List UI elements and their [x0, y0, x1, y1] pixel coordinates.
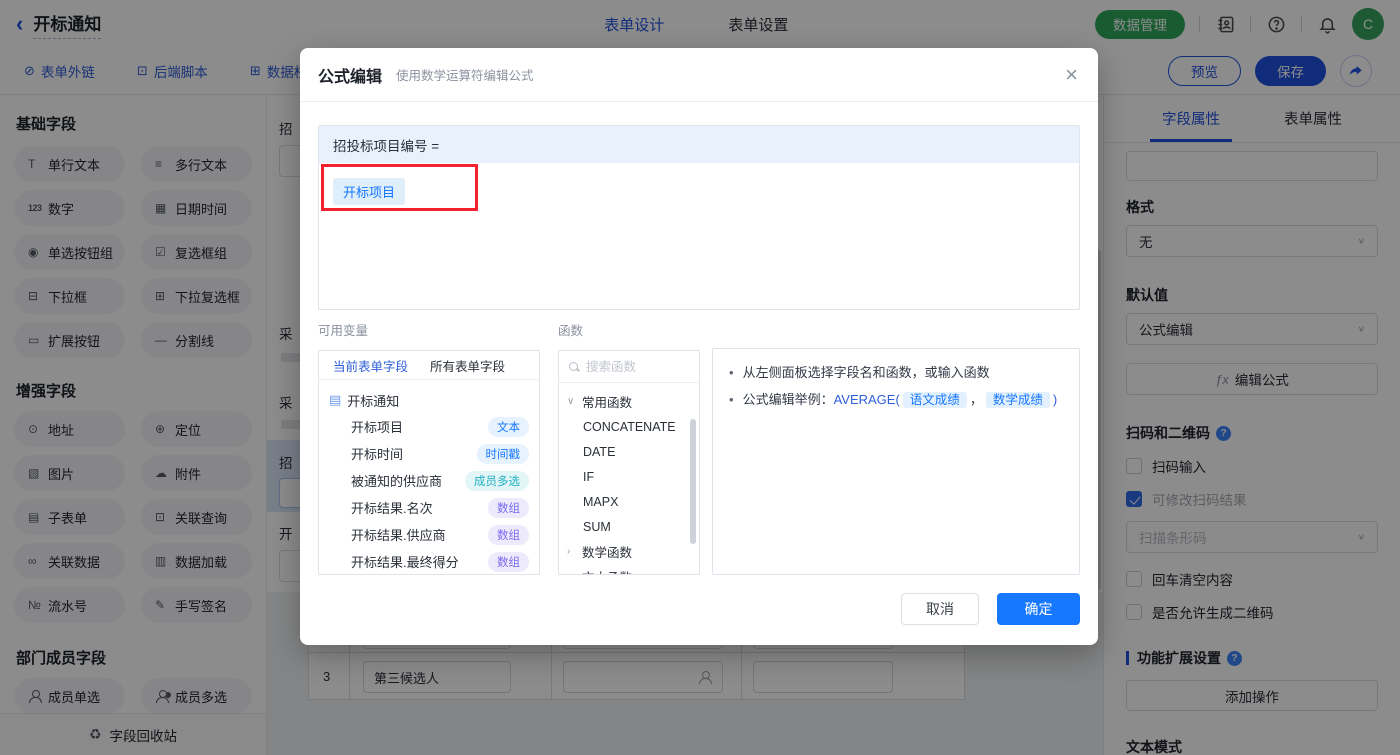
bullet-icon: • [729, 392, 734, 408]
example-comma: ， [969, 392, 983, 408]
variable-type-badge: 数组 [488, 497, 529, 518]
formula-field-token[interactable]: 开标项目 [333, 178, 406, 205]
formula-tips-panel: • 从左侧面板选择字段名和函数，或输入函数 • 公式编辑举例：AVERAGE(语… [712, 348, 1080, 575]
tree-root-label: 开标通知 [347, 393, 400, 409]
variable-item[interactable]: 被通知的供应商 成员多选 [329, 467, 529, 494]
function-name: DATE [583, 444, 616, 459]
modal-subtitle: 使用数学运算符编辑公式 [396, 69, 534, 83]
variable-item[interactable]: 开标结果.名次 数组 [329, 494, 529, 521]
function-list: ∨ 常用函数 CONCATENATE DATE IF MAPX SUM › 数学… [559, 383, 699, 574]
function-item[interactable]: DATE [567, 439, 691, 464]
variable-item[interactable]: 开标时间 时间戳 [329, 440, 529, 467]
variable-item[interactable]: 开标结果.最终得分 数组 [329, 548, 529, 574]
function-group-label: 常用函数 [582, 396, 633, 410]
function-search [559, 351, 699, 383]
variables-panel: 当前表单字段 所有表单字段 ▤ 开标通知 开标项目 文本 开标时间 时间戳 被通… [318, 350, 540, 575]
cancel-button[interactable]: 取消 [901, 593, 979, 625]
tab-current-form-fields[interactable]: 当前表单字段 [333, 356, 408, 375]
example-function: AVERAGE( [833, 392, 900, 408]
formula-target-text: 招投标项目编号 = [333, 138, 440, 154]
formula-editor-box: 招投标项目编号 = 开标项目 [318, 125, 1080, 310]
formula-target-bar: 招投标项目编号 = [319, 126, 1079, 163]
variable-type-badge: 数组 [488, 524, 529, 545]
function-group-text[interactable]: › 文本函数 [567, 564, 691, 574]
variable-type-badge: 时间戳 [476, 443, 529, 464]
search-icon [569, 361, 579, 372]
function-item[interactable]: MAPX [567, 489, 691, 514]
function-group-common[interactable]: ∨ 常用函数 [567, 389, 691, 414]
tip-text: 从左侧面板选择字段名和函数，或输入函数 [742, 365, 990, 380]
function-item[interactable]: SUM [567, 514, 691, 539]
variables-tree: ▤ 开标通知 开标项目 文本 开标时间 时间戳 被通知的供应商 成员多选 开标结… [319, 380, 539, 574]
variables-section-label: 可用变量 [318, 324, 369, 338]
confirm-button[interactable]: 确定 [997, 593, 1080, 625]
variable-name: 开标结果.供应商 [351, 528, 446, 543]
example-close-paren: ) [1052, 392, 1058, 408]
variable-type-badge: 文本 [488, 416, 529, 437]
bullet-icon: • [729, 365, 734, 380]
functions-panel: ∨ 常用函数 CONCATENATE DATE IF MAPX SUM › 数学… [558, 350, 700, 575]
variable-name: 开标结果.名次 [351, 501, 433, 516]
chevron-right-icon: › [567, 546, 571, 557]
variable-item[interactable]: 开标结果.供应商 数组 [329, 521, 529, 548]
variable-name: 被通知的供应商 [351, 474, 443, 489]
function-search-input[interactable] [586, 359, 689, 374]
modal-header: 公式编辑 使用数学运算符编辑公式 × [300, 48, 1098, 102]
tip-line-1: • 从左侧面板选择字段名和函数，或输入函数 [729, 362, 1063, 383]
function-item[interactable]: IF [567, 464, 691, 489]
tip-line-2: • 公式编辑举例：AVERAGE(语文成绩，数学成绩) [729, 389, 1063, 411]
app-root: ‹ 开标通知 表单设计 表单设置 数据管理 C ⊘ 表单外链 ⊡ 后端脚本 ⊞ … [0, 0, 1400, 755]
variable-type-badge: 成员多选 [465, 470, 529, 491]
variable-name: 开标时间 [351, 447, 404, 462]
close-icon[interactable]: × [1063, 63, 1080, 86]
chevron-down-icon: ∨ [567, 396, 575, 407]
tip-example: 公式编辑举例：AVERAGE(语文成绩，数学成绩) [742, 389, 1058, 411]
function-group-label: 数学函数 [582, 546, 633, 560]
function-group-label: 文本函数 [582, 567, 632, 574]
tree-root-form[interactable]: ▤ 开标通知 [329, 387, 529, 413]
tab-all-form-fields[interactable]: 所有表单字段 [430, 356, 505, 375]
function-name: SUM [583, 519, 611, 534]
function-list-scrollbar-thumb[interactable] [690, 419, 696, 544]
formula-edit-area[interactable]: 开标项目 [319, 163, 1079, 205]
tip-example-prefix: 公式编辑举例： [742, 392, 834, 408]
modal-footer: 取消 确定 [901, 593, 1080, 625]
function-name: MAPX [583, 494, 619, 509]
example-field-tag: 语文成绩 [902, 392, 967, 409]
functions-section-label: 函数 [558, 324, 584, 338]
variable-name: 开标项目 [351, 420, 404, 435]
variable-type-badge: 数组 [488, 551, 529, 572]
example-field-tag: 数学成绩 [985, 392, 1050, 409]
chevron-right-icon: › [567, 571, 577, 574]
function-name: CONCATENATE [583, 419, 676, 434]
document-icon: ▤ [329, 392, 342, 407]
variables-tabs: 当前表单字段 所有表单字段 [319, 351, 539, 380]
variable-name: 开标结果.最终得分 [351, 555, 459, 570]
formula-editor-modal: 公式编辑 使用数学运算符编辑公式 × 招投标项目编号 = 开标项目 可用变量 函… [300, 48, 1098, 645]
modal-title: 公式编辑 [318, 68, 383, 86]
function-group-math[interactable]: › 数学函数 [567, 539, 691, 564]
function-name: IF [583, 469, 595, 484]
function-item[interactable]: CONCATENATE [567, 414, 691, 439]
variable-item[interactable]: 开标项目 文本 [329, 413, 529, 440]
